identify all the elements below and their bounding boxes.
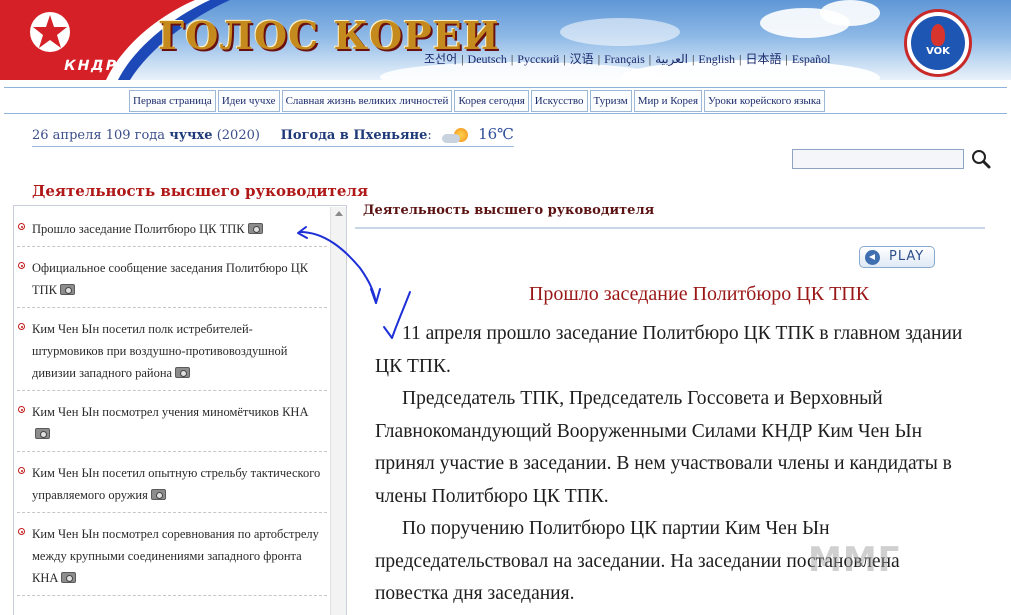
sidebar-news-item[interactable]: Ким Чен Ын посмотрел соревнования по арт… [17, 513, 327, 596]
sidebar-news-list: Прошло заседание Политбюро ЦК ТПК Официа… [17, 208, 327, 596]
lang-spanish[interactable]: Español [792, 52, 831, 66]
lang-arabic[interactable]: العربية [655, 52, 688, 66]
language-switcher: 조선어 | Deutsch | Русский | 汉语 | Français | العربية |… [424, 52, 831, 66]
flag-caption: КНДР [62, 58, 120, 74]
camera-icon [61, 572, 77, 583]
lang-japanese[interactable]: 日本語 [745, 52, 781, 66]
camera-icon [175, 367, 191, 378]
logo-text: VOK [926, 46, 950, 57]
site-banner: КНДР ГОЛОС КОРЕИ 조선어 | Deutsch | Русский | 汉语 |… [0, 0, 1011, 80]
bullet-icon [18, 262, 25, 269]
lang-chinese[interactable]: 汉语 [570, 52, 594, 66]
nav-korea-today[interactable]: Корея сегодня [454, 90, 529, 112]
sidebar-news-item[interactable]: Ким Чен Ын посмотрел учения миномётчиков… [17, 391, 327, 452]
camera-icon [247, 223, 263, 234]
weather-label: Погода в Пхеньяне [280, 128, 428, 143]
gregorian-year: (2020) [216, 128, 260, 143]
date-weather-bar: 26 апреля 109 года чучхе (2020) Погода в… [32, 125, 514, 147]
play-audio-button[interactable]: PLAY [859, 246, 935, 268]
lang-german[interactable]: Deutsch [468, 52, 507, 66]
camera-icon [60, 284, 75, 295]
play-label: PLAY [889, 249, 925, 264]
search-input[interactable] [792, 149, 964, 169]
sidebar-news-item[interactable]: Ким Чен Ын посетил опытную стрельбу такт… [17, 452, 327, 513]
news-item-title: Ким Чен Ын посетил полк истребителей-шту… [32, 322, 288, 380]
nav-art[interactable]: Искусство [530, 90, 588, 112]
sidebar-news-item[interactable]: Прошло заседание Политбюро ЦК ТПК [17, 208, 327, 247]
camera-icon [150, 489, 166, 500]
news-item-title: Ким Чен Ын посмотрел учения миномётчиков… [32, 405, 309, 419]
article-title: Прошло заседание Политбюро ЦК ТПК [528, 283, 870, 305]
section-rule [355, 227, 985, 229]
torch-icon [931, 24, 945, 46]
nav-juche-ideas[interactable]: Идеи чучхе [217, 90, 280, 112]
article-paragraph: Председатель ТПК, Председатель Госсовета… [375, 388, 952, 507]
main-nav: Первая страница Идеи чучхе Славная жизнь… [129, 90, 827, 112]
lang-russian[interactable]: Русский [517, 52, 559, 66]
sidebar-news-item[interactable]: Ким Чен Ын посетил полк истребителей-шту… [17, 308, 327, 391]
nav-tourism[interactable]: Туризм [589, 90, 632, 112]
lang-korean[interactable]: 조선어 [424, 52, 457, 66]
lang-english[interactable]: English [698, 52, 735, 66]
play-icon [865, 250, 880, 265]
juche-label: чучхе [169, 128, 213, 143]
bullet-icon [18, 223, 25, 230]
news-item-title: Прошло заседание Политбюро ЦК ТПК [32, 222, 245, 236]
section-heading: Деятельность высшего руководителя [363, 203, 655, 218]
temperature: 16℃ [478, 125, 514, 143]
nav-home[interactable]: Первая страница [129, 90, 216, 112]
search-icon[interactable] [970, 148, 992, 170]
sidebar-scrollbar[interactable] [330, 207, 346, 615]
nav-top-rule [4, 87, 1007, 88]
mmg-watermark: ММГ [808, 540, 900, 580]
bullet-icon [18, 323, 25, 330]
vok-logo[interactable]: VOK [904, 9, 972, 77]
camera-icon [35, 428, 50, 439]
lang-french[interactable]: Français [604, 52, 645, 66]
watermark-text: ММГ [808, 540, 901, 580]
partly-cloudy-icon [440, 127, 470, 144]
article-paragraph: 11 апреля прошло заседание Политбюро ЦК … [375, 323, 963, 377]
scroll-up-arrow-icon[interactable] [335, 211, 343, 216]
bullet-icon [18, 406, 25, 413]
nav-great-leaders[interactable]: Славная жизнь великих личностей [281, 90, 453, 112]
nav-korean-lessons[interactable]: Уроки корейского языка [704, 90, 825, 112]
sidebar-title: Деятельность высшего руководителя [32, 182, 369, 200]
nav-world-and-korea[interactable]: Мир и Корея [633, 90, 703, 112]
news-item-title: Ким Чен Ын посетил опытную стрельбу такт… [32, 466, 321, 502]
nav-bottom-rule [4, 113, 1007, 114]
bullet-icon [18, 528, 25, 535]
bullet-icon [18, 467, 25, 474]
sidebar-news-item[interactable]: Официальное сообщение заседания Политбюр… [17, 247, 327, 308]
current-date: 26 апреля 109 года [32, 128, 166, 143]
